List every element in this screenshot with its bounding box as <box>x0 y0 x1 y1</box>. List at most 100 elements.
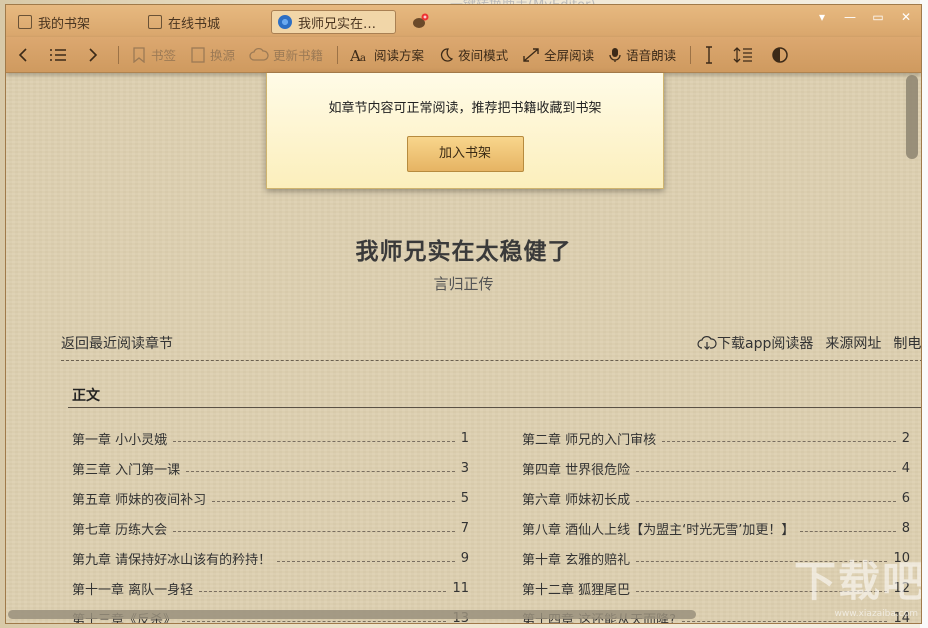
book-author: 言归正传 <box>433 275 494 293</box>
chapter-title: 第十章 玄雅的赔礼 <box>522 552 631 568</box>
tab-label: 我的书架 <box>38 16 91 32</box>
source-icon <box>191 46 205 63</box>
chapter-number: 2 <box>901 430 910 446</box>
night-mode-button[interactable]: 夜间模式 <box>438 45 508 64</box>
new-tab-icon[interactable] <box>411 13 429 29</box>
dot-leader <box>199 590 447 592</box>
close-button[interactable]: ✕ <box>897 9 915 25</box>
minimize-button[interactable]: — <box>841 9 859 25</box>
maximize-button[interactable]: ▭ <box>869 9 887 25</box>
dropdown-icon[interactable]: ▾ <box>813 9 831 25</box>
more-link[interactable]: 制电 <box>893 333 921 353</box>
chapter-link[interactable]: 第十一章 离队一身轻 11 <box>72 579 469 598</box>
chapter-number: 4 <box>901 460 910 476</box>
update-book-label: 更新书籍 <box>273 48 324 63</box>
chapter-row: 第一章 小小灵娥 1 第二章 师兄的入门审核 2 <box>72 423 921 453</box>
chapter-number: 8 <box>901 520 910 536</box>
chapter-number: 7 <box>460 520 469 536</box>
tab-current-book[interactable]: 我师兄实在… <box>271 10 396 34</box>
bookmark-icon <box>133 46 145 63</box>
dot-leader <box>662 440 896 442</box>
tab-bar: 我的书架 在线书城 我师兄实在… ▾ — ▭ ✕ <box>6 5 921 37</box>
watermark-subtext: www.xiazaiba.com <box>834 609 918 619</box>
back-button[interactable] <box>16 47 34 63</box>
line-spacing-icon <box>733 46 753 63</box>
chapter-number: 5 <box>460 490 469 506</box>
chapter-title: 第七章 历练大会 <box>72 522 168 538</box>
chapter-title: 第六章 师妹初长成 <box>522 492 631 508</box>
cloud-download-icon <box>697 336 717 350</box>
chapter-number: 9 <box>460 550 469 566</box>
reader-window: 我的书架 在线书城 我师兄实在… ▾ — ▭ ✕ 书签 换源 更新书籍 A a … <box>5 4 922 624</box>
contrast-icon <box>772 46 788 63</box>
dot-leader <box>182 620 447 622</box>
chevron-left-icon <box>18 47 27 62</box>
download-app-link[interactable]: 下载app阅读器 <box>697 333 813 353</box>
divider <box>61 360 921 361</box>
store-icon <box>148 15 162 29</box>
chapter-row: 第七章 历练大会 7 第八章 酒仙人上线【为盟主‘时光无雪’加更！】 8 <box>72 513 921 543</box>
toolbar-divider <box>690 45 692 64</box>
chapter-link[interactable]: 第五章 师妹的夜间补习 5 <box>72 489 469 508</box>
contrast-button[interactable] <box>771 46 793 64</box>
dot-leader <box>277 560 455 562</box>
chapter-title: 第一章 小小灵娥 <box>72 432 168 448</box>
update-book-button[interactable]: 更新书籍 <box>249 45 323 64</box>
vertical-scrollbar-thumb[interactable] <box>906 75 918 159</box>
chapter-title: 第二章 师兄的入门审核 <box>522 432 657 448</box>
chapter-link[interactable]: 第二章 师兄的入门审核 2 <box>522 429 910 448</box>
tab-label: 我师兄实在… <box>298 16 377 32</box>
chapter-number: 6 <box>901 490 910 506</box>
window-controls: ▾ — ▭ ✕ <box>813 9 915 25</box>
cursor-button[interactable] <box>703 45 719 64</box>
chevron-right-icon <box>89 47 98 62</box>
dot-leader <box>636 500 896 502</box>
chapter-title: 第三章 入门第一课 <box>72 462 181 478</box>
line-spacing-button[interactable] <box>733 46 757 64</box>
chapter-link[interactable]: 第三章 入门第一课 3 <box>72 459 469 478</box>
dot-leader <box>800 530 896 532</box>
reading-scheme-button[interactable]: Aa 阅读方案 <box>350 45 424 64</box>
chapter-link[interactable]: 第七章 历练大会 7 <box>72 519 469 538</box>
chapter-row: 第三章 入门第一课 3 第四章 世界很危险 4 <box>72 453 921 483</box>
svg-text:a: a <box>360 53 366 63</box>
dot-leader <box>212 500 455 502</box>
bookshelf-icon <box>18 15 32 29</box>
chapter-link[interactable]: 第八章 酒仙人上线【为盟主‘时光无雪’加更！】 8 <box>522 519 910 538</box>
cloud-refresh-icon <box>249 47 269 61</box>
chapter-number: 3 <box>460 460 469 476</box>
chapter-list-button[interactable] <box>48 47 72 63</box>
night-mode-label: 夜间模式 <box>458 48 509 63</box>
horizontal-scrollbar-thumb[interactable] <box>8 610 696 619</box>
chapter-link[interactable]: 第九章 请保持好冰山该有的矜持！ 9 <box>72 549 469 568</box>
nav-links: 下载app阅读器 来源网址 制电 <box>697 333 921 353</box>
fullscreen-button[interactable]: 全屏阅读 <box>522 45 594 64</box>
toolbar-divider <box>337 45 339 64</box>
watermark-text: 下载吧 <box>793 557 922 606</box>
chapter-link[interactable]: 第六章 师妹初长成 6 <box>522 489 910 508</box>
voice-read-button[interactable]: 语音朗读 <box>608 45 676 64</box>
tab-label: 在线书城 <box>168 16 221 32</box>
moon-icon <box>440 47 454 62</box>
bookmark-button[interactable]: 书签 <box>131 45 176 64</box>
list-icon <box>50 48 66 61</box>
download-app-label: 下载app阅读器 <box>717 336 814 352</box>
text-cursor-icon <box>706 45 713 64</box>
forward-button[interactable] <box>86 47 104 63</box>
toolbar-divider <box>118 45 119 64</box>
font-icon: Aa <box>350 47 366 63</box>
back-recent-chapter-link[interactable]: 返回最近阅读章节 <box>61 333 173 353</box>
tab-online-store[interactable]: 在线书城 <box>142 10 220 34</box>
browser-icon <box>278 15 292 29</box>
tab-my-bookshelf[interactable]: 我的书架 <box>12 10 90 34</box>
fullscreen-label: 全屏阅读 <box>544 48 595 63</box>
chapter-link[interactable]: 第四章 世界很危险 4 <box>522 459 910 478</box>
add-to-shelf-button[interactable]: 加入书架 <box>406 136 524 172</box>
change-source-button[interactable]: 换源 <box>190 45 235 64</box>
bookmark-label: 书签 <box>151 48 177 63</box>
dot-leader <box>173 530 455 532</box>
dot-leader <box>186 470 455 472</box>
chapter-link[interactable]: 第一章 小小灵娥 1 <box>72 429 469 448</box>
source-url-link[interactable]: 来源网址 <box>825 333 881 353</box>
expand-icon <box>523 47 539 62</box>
